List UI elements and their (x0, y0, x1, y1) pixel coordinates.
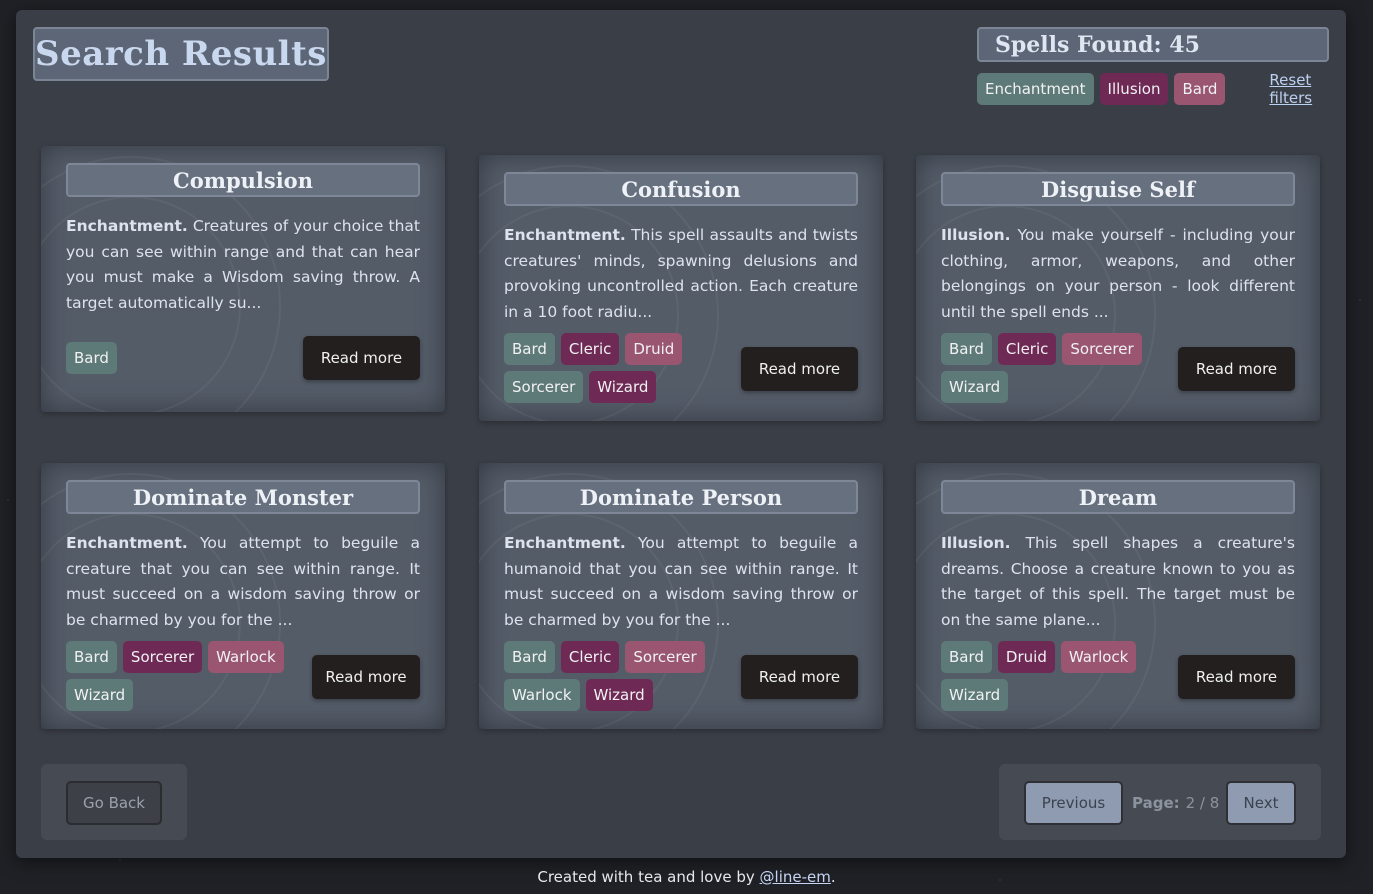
filter-chip-bard[interactable]: Bard (1174, 73, 1226, 105)
class-tag: Bard (941, 641, 992, 673)
class-tags: Bard Cleric Sorcerer Warlock Wizard (504, 641, 744, 711)
previous-page-button[interactable]: Previous (1024, 781, 1123, 825)
class-tag: Bard (941, 333, 992, 365)
footer-text: Created with tea and love by (537, 868, 760, 886)
filter-chip-illusion[interactable]: Illusion (1099, 73, 1169, 105)
read-more-button[interactable]: Read more (1178, 347, 1295, 391)
spell-school: Enchantment. (504, 534, 626, 552)
next-page-button[interactable]: Next (1226, 781, 1296, 825)
class-tag: Wizard (941, 679, 1009, 711)
back-navigation: Go Back (41, 764, 187, 840)
spell-description: Illusion. You make yourself - including … (941, 223, 1295, 325)
go-back-button[interactable]: Go Back (66, 781, 162, 825)
author-link[interactable]: @line-em (760, 868, 831, 886)
spell-title: Dominate Person (504, 480, 858, 514)
spell-card-disguise-self: Disguise Self Illusion. You make yoursel… (916, 155, 1320, 421)
class-tag: Bard (66, 342, 117, 374)
spell-title: Dominate Monster (66, 480, 420, 514)
read-more-button[interactable]: Read more (741, 655, 858, 699)
class-tags: Bard Cleric Druid Sorcerer Wizard (504, 333, 744, 403)
active-filters: Enchantment Illusion Bard Reset filters (977, 71, 1346, 107)
page-label: Page: (1132, 794, 1180, 812)
class-tag: Warlock (208, 641, 284, 673)
read-more-button[interactable]: Read more (312, 655, 420, 699)
read-more-button[interactable]: Read more (1178, 655, 1295, 699)
page-indicator: Page: 2 / 8 (1132, 781, 1219, 825)
class-tag: Cleric (997, 333, 1057, 365)
class-tags: Bard Druid Warlock Wizard (941, 641, 1181, 711)
read-more-button[interactable]: Read more (303, 336, 420, 380)
spell-description: Illusion. This spell shapes a creature's… (941, 531, 1295, 633)
spell-title: Confusion (504, 172, 858, 206)
class-tag: Warlock (1060, 641, 1137, 673)
spell-school: Illusion. (941, 226, 1011, 244)
class-tag: Bard (504, 333, 555, 365)
spell-school: Enchantment. (66, 217, 188, 235)
spell-school: Enchantment. (66, 534, 188, 552)
class-tag: Wizard (66, 679, 134, 711)
spell-school: Illusion. (941, 534, 1011, 552)
footer: Created with tea and love by @line-em. (0, 868, 1373, 886)
class-tag: Cleric (560, 641, 620, 673)
spell-title: Dream (941, 480, 1295, 514)
spells-found-count: Spells Found: 45 (977, 27, 1329, 62)
spell-description: Enchantment. You attempt to beguile a cr… (66, 531, 420, 633)
class-tag: Sorcerer (504, 371, 584, 403)
class-tag: Sorcerer (1062, 333, 1142, 365)
page-value: 2 / 8 (1185, 794, 1220, 812)
class-tags: Bard (66, 342, 306, 374)
spell-description: Enchantment. Creatures of your choice th… (66, 214, 420, 316)
spell-card-dream: Dream Illusion. This spell shapes a crea… (916, 463, 1320, 729)
results-panel: Search Results Spells Found: 45 Enchantm… (16, 10, 1346, 858)
page-title: Search Results (33, 27, 329, 81)
read-more-button[interactable]: Read more (741, 347, 858, 391)
pagination: Previous Page: 2 / 8 Next (999, 764, 1321, 840)
class-tag: Warlock (504, 679, 580, 711)
class-tags: Bard Cleric Sorcerer Wizard (941, 333, 1181, 403)
spell-title: Disguise Self (941, 172, 1295, 206)
class-tag: Cleric (560, 333, 620, 365)
class-tag: Sorcerer (122, 641, 203, 673)
class-tag: Wizard (589, 371, 657, 403)
class-tag: Bard (66, 641, 117, 673)
spell-school: Enchantment. (504, 226, 626, 244)
spell-card-dominate-monster: Dominate Monster Enchantment. You attemp… (41, 463, 445, 729)
spell-card-dominate-person: Dominate Person Enchantment. You attempt… (479, 463, 883, 729)
filter-chip-enchantment[interactable]: Enchantment (977, 73, 1094, 105)
class-tag: Bard (504, 641, 555, 673)
class-tag: Wizard (941, 371, 1009, 403)
spell-description: Enchantment. This spell assaults and twi… (504, 223, 858, 325)
spell-description: Enchantment. You attempt to beguile a hu… (504, 531, 858, 633)
class-tag: Druid (997, 641, 1055, 673)
spell-title: Compulsion (66, 163, 420, 197)
footer-suffix: . (830, 868, 836, 886)
reset-filters-link[interactable]: Reset filters (1269, 71, 1346, 107)
spell-card-confusion: Confusion Enchantment. This spell assaul… (479, 155, 883, 421)
class-tag: Druid (625, 333, 683, 365)
class-tag: Wizard (585, 679, 653, 711)
class-tags: Bard Sorcerer Warlock Wizard (66, 641, 306, 711)
class-tag: Sorcerer (625, 641, 705, 673)
spell-card-compulsion: Compulsion Enchantment. Creatures of you… (41, 146, 445, 412)
